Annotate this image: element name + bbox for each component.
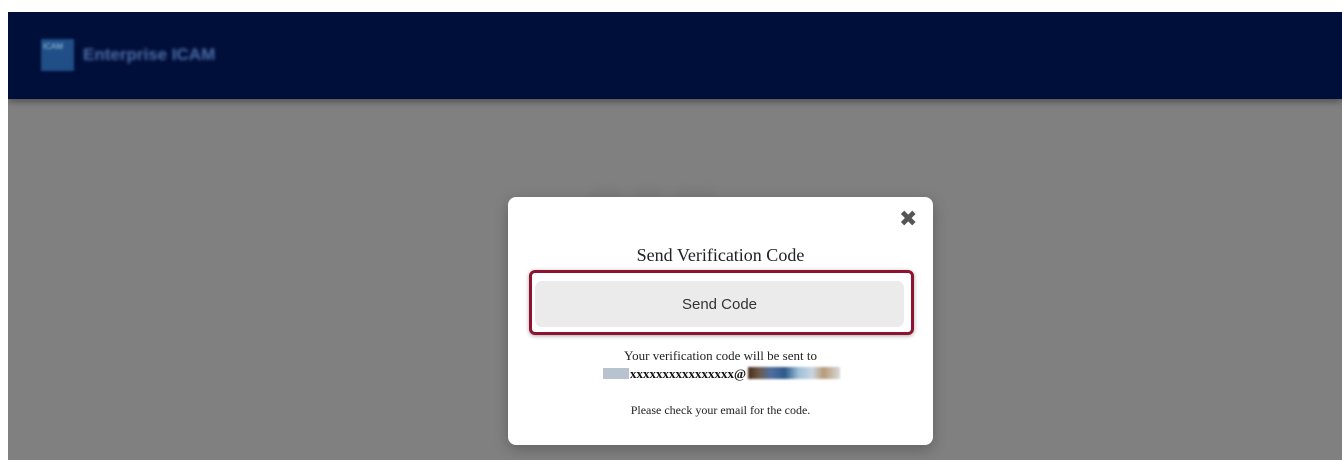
redacted-domain: [748, 367, 840, 379]
app-header: ICAM Enterprise ICAM: [8, 12, 1342, 99]
send-code-button[interactable]: Send Code: [535, 281, 904, 327]
logo: ICAM: [41, 39, 74, 71]
email-text: xxxxxxxxxxxxxxxx@: [630, 366, 747, 381]
redacted-block: [603, 368, 629, 379]
check-email-text: Please check your email for the code.: [630, 403, 811, 417]
page-viewport: ICAM Enterprise ICAM ✖ Send Verification…: [8, 12, 1342, 460]
brand-title: Enterprise ICAM: [83, 45, 216, 64]
verification-modal: ✖ Send Verification Code Send Code Your …: [508, 197, 933, 445]
close-icon[interactable]: ✖: [899, 209, 917, 231]
logo-text: ICAM: [43, 42, 63, 51]
modal-title: Send Verification Code: [636, 245, 805, 265]
info-text: Your verification code will be sent to: [624, 348, 817, 363]
